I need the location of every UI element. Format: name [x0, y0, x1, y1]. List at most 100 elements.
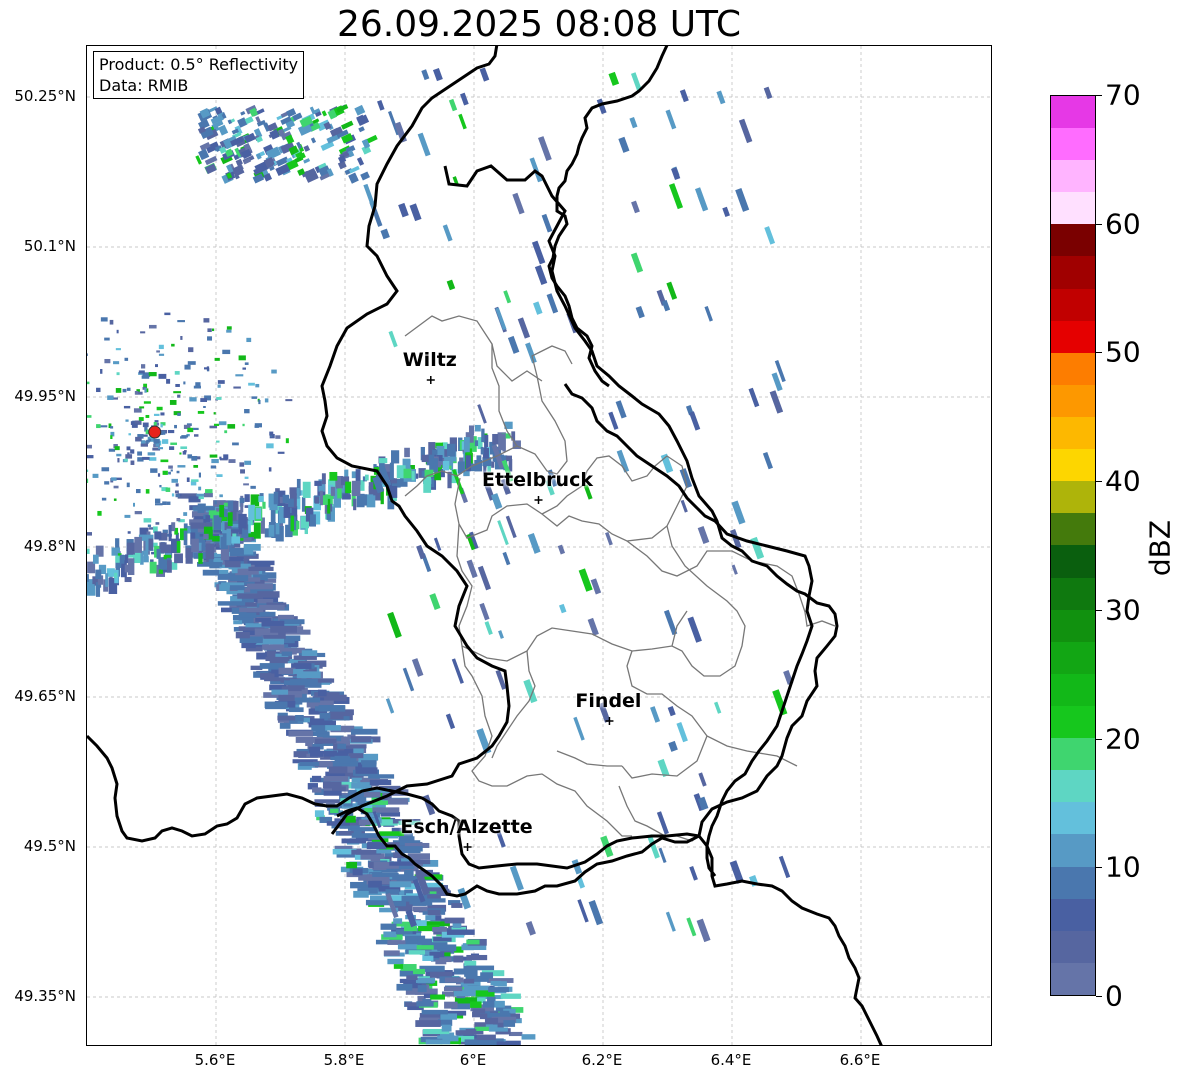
echo-cell	[229, 585, 245, 591]
echo-cell	[310, 137, 317, 144]
echo-cell	[222, 349, 231, 355]
echo-cell	[191, 479, 199, 482]
canton-border	[461, 645, 632, 837]
echo-cell	[404, 447, 410, 458]
echo-cell	[171, 478, 178, 483]
colorbar-segment	[1051, 256, 1095, 289]
echo-cell	[479, 602, 490, 621]
echo-cell	[168, 465, 173, 469]
echo-cell	[716, 90, 726, 105]
echo-cell	[176, 541, 181, 553]
colorbar-segment	[1051, 320, 1095, 353]
echo-cell	[416, 1001, 434, 1007]
colorbar-segment	[1051, 930, 1095, 963]
echo-cell	[117, 458, 120, 463]
echo-cell	[615, 400, 627, 419]
echo-cell	[312, 787, 322, 793]
echo-cell	[350, 728, 378, 735]
echo-cell	[370, 895, 387, 901]
echo-cell	[446, 279, 456, 291]
echo-cell	[139, 406, 145, 409]
echo-cell	[676, 722, 688, 743]
echo-cell	[296, 487, 300, 499]
echo-cell	[97, 510, 102, 516]
echo-cell	[668, 740, 678, 752]
echo-cell	[198, 472, 201, 478]
echo-cell	[183, 523, 188, 529]
echo-cell	[203, 492, 213, 498]
echo-cell	[177, 320, 185, 323]
echo-cell	[496, 1041, 516, 1045]
echo-cell	[141, 364, 146, 369]
echo-cell	[216, 440, 220, 443]
echo-cell	[686, 917, 697, 937]
echo-cell	[319, 712, 331, 719]
echo-cell	[474, 440, 479, 447]
echo-cell	[101, 467, 110, 472]
echo-cell	[391, 450, 400, 464]
echo-cell	[217, 380, 225, 384]
echo-cell	[87, 353, 88, 356]
echo-cell	[137, 451, 143, 456]
echo-cell	[270, 625, 297, 633]
echo-cell	[446, 929, 475, 935]
echo-cell	[458, 113, 467, 130]
echo-cell	[448, 98, 458, 112]
echo-cell	[339, 756, 351, 764]
echo-cell	[477, 565, 492, 591]
echo-cell	[488, 987, 510, 993]
echo-cell	[244, 494, 250, 502]
echo-cell	[491, 493, 503, 510]
echo-cell	[246, 337, 252, 343]
echo-cell	[183, 381, 186, 385]
echo-cell	[184, 364, 191, 370]
echo-cell	[533, 301, 543, 315]
echo-cell	[261, 620, 285, 627]
echo-cell	[303, 158, 311, 164]
echo-cell	[502, 551, 511, 566]
echo-cell	[171, 493, 175, 497]
city-marker	[426, 376, 435, 384]
echo-cell	[314, 496, 320, 504]
colorbar-segment	[1051, 738, 1095, 771]
echo-cell	[275, 435, 281, 439]
echo-cell	[476, 455, 482, 462]
colorbar-segment	[1051, 352, 1095, 385]
echo-cell	[507, 335, 520, 354]
echo-cell	[162, 470, 168, 475]
colorbar-tick	[1096, 352, 1102, 354]
echo-cell	[433, 537, 442, 551]
echo-cell	[238, 519, 243, 535]
echo-cell	[748, 387, 760, 408]
echo-cell	[170, 469, 173, 472]
echo-cell	[148, 457, 157, 461]
echo-cell	[527, 532, 541, 554]
echo-cell	[525, 921, 536, 936]
echo-cell	[229, 575, 249, 582]
echo-cell	[244, 460, 252, 465]
echo-cell	[87, 574, 89, 582]
echo-cell	[447, 443, 456, 457]
city-marker	[463, 843, 472, 851]
colorbar-segment	[1051, 706, 1095, 739]
echo-cell	[505, 515, 517, 539]
echo-cell	[279, 722, 291, 729]
echo-cell	[87, 478, 89, 483]
radar-echoes	[87, 67, 794, 1045]
echo-cell	[464, 1039, 487, 1045]
colorbar-segment	[1051, 128, 1095, 161]
echo-cell	[372, 807, 400, 813]
echo-cell	[100, 369, 103, 374]
radar-map[interactable]	[86, 45, 992, 1046]
colorbar-tick-label: 60	[1105, 207, 1141, 241]
echo-cell	[262, 644, 285, 650]
echo-cell	[427, 909, 441, 916]
echo-cell	[125, 419, 129, 422]
echo-cell	[122, 388, 127, 393]
echo-cell	[453, 955, 464, 963]
echo-cell	[440, 1013, 458, 1020]
colorbar-segment	[1051, 288, 1095, 321]
echo-cell	[731, 564, 738, 575]
echo-cell	[176, 518, 181, 522]
echo-cell	[314, 738, 337, 744]
